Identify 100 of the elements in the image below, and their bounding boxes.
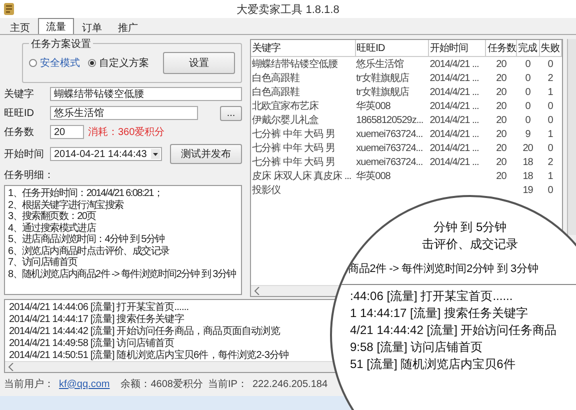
scroll-left-icon[interactable] <box>8 363 14 371</box>
detail-line: 3、搜索翻页数：20页 <box>8 211 97 222</box>
column-header[interactable]: 旺旺ID <box>355 40 429 56</box>
table-cell: 0 <box>548 58 553 70</box>
user-email-link[interactable]: kf@qq.com <box>59 378 110 390</box>
column-header[interactable]: 开始时间 <box>428 40 486 56</box>
table-cell: 18658120529z... <box>356 114 424 126</box>
table-cell: 2 <box>548 156 553 168</box>
table-cell: 投影仪 <box>252 185 280 196</box>
table-cell: 9 <box>525 128 530 140</box>
balance-text: 余额：4608爱积分 <box>120 378 203 391</box>
detail-line: 2、根据关键字进行淘宝搜索 <box>8 200 124 210</box>
table-cell: 北欧宜家布艺床 <box>252 101 318 112</box>
table-cell: 18 <box>522 156 533 168</box>
table-cell: 0 <box>548 100 553 112</box>
table-cell: 0 <box>548 142 553 154</box>
task-count-field[interactable]: 20 <box>50 125 84 139</box>
table-cell: 19 <box>522 184 533 196</box>
table-cell: 0 <box>525 58 530 70</box>
start-time-dropdown[interactable]: 2014-04-21 14:44:43 <box>50 147 162 161</box>
table-cell: 0 <box>525 86 530 98</box>
table-cell: tr女鞋旗舰店 <box>356 87 409 98</box>
table-cell: 蝴蝶结带钻镂空低腰 <box>252 59 338 70</box>
keyword-field[interactable]: 蝴蝶结带钻镂空低腰 <box>50 87 242 101</box>
table-cell: 2014/4/21 ... <box>430 86 479 98</box>
radio-button[interactable] <box>29 59 37 67</box>
column-header[interactable]: 任务数 <box>486 40 517 56</box>
table-cell: 华英008 <box>356 171 390 182</box>
table-cell: 20 <box>496 170 506 182</box>
table-cell: 20 <box>496 142 506 154</box>
table-cell: 0 <box>525 114 530 126</box>
table-cell: 2014/4/21 ... <box>430 142 479 154</box>
radio-label[interactable]: 安全模式 <box>40 56 80 70</box>
magnified-text: 分钟 到 5分钟 <box>433 219 507 236</box>
detail-line: 6、浏览店内商品时点击评价、成交记录 <box>8 246 170 256</box>
table-cell: 悠乐生活馆 <box>356 59 404 70</box>
table-cell: 2014/4/21 ... <box>430 100 479 112</box>
table-cell: 2014/4/21 ... <box>430 128 479 140</box>
radio-label[interactable]: 自定义方案 <box>99 56 149 70</box>
table-cell: 皮床 床双人床 真皮床 ... <box>252 171 352 182</box>
tab[interactable]: 流量 <box>38 18 74 34</box>
magnified-log-line: 9:58 [流量] 访问店铺首页 <box>350 339 483 356</box>
log-line: 2014/4/21 14:44:42 [流量] 开始访问任务商品，商品页面自动浏览 <box>9 326 280 337</box>
table-cell: 20 <box>496 128 506 140</box>
tab[interactable]: 订单 <box>74 19 110 34</box>
table-cell: 2 <box>548 72 553 84</box>
table-cell: 白色高跟鞋 <box>252 87 300 98</box>
cost-text: 消耗：360爱积分 <box>88 126 165 139</box>
table-cell: xuemei763724... <box>356 142 423 154</box>
tab[interactable]: 推广 <box>110 19 146 34</box>
detail-line: 7、访问店铺首页 <box>8 257 78 268</box>
table-cell: 20 <box>496 156 506 168</box>
wangwang-id-field[interactable]: 悠乐生活馆 <box>50 106 198 120</box>
vertical-scrollbar[interactable] <box>567 39 576 235</box>
group-title: 任务方案设置 <box>29 37 93 51</box>
magnified-log-line: :44:06 [流量] 打开某宝首页...... <box>350 288 513 305</box>
tab[interactable]: 主页 <box>2 19 38 34</box>
test-publish-button[interactable]: 测试并发布 <box>170 144 242 164</box>
table-cell: 0 <box>548 114 553 126</box>
magnified-log-line: 51 [流量] 随机浏览店内宝贝6件 <box>350 356 516 373</box>
table-cell: 伊戴尔婴儿礼盒 <box>252 115 318 126</box>
ip-label: 当前IP： <box>208 378 248 391</box>
table-cell: 2014/4/21 ... <box>430 114 479 126</box>
table-cell: 20 <box>522 142 533 154</box>
table-cell: 20 <box>496 86 506 98</box>
table-cell: 20 <box>496 100 506 112</box>
table-cell: xuemei763724... <box>356 128 423 140</box>
ip-address: 222.246.205.184 <box>252 378 328 390</box>
table-cell: 1 <box>548 86 553 98</box>
table-cell: 白色高跟鞋 <box>252 73 300 84</box>
table-cell: 七分裤 中年 大码 男 <box>252 157 335 168</box>
user-label: 当前用户： <box>4 378 54 391</box>
magnified-log-line: 4/21 14:44:42 [流量] 开始访问任务商品 <box>350 322 557 339</box>
log-line: 2014/4/21 14:49:58 [流量] 访问店铺首页 <box>9 338 174 349</box>
detail-line: 8、随机浏览店内商品2件 -> 每件浏览时间2分钟 到 3分钟 <box>8 268 237 280</box>
browse-button[interactable]: ... <box>220 106 242 120</box>
table-cell: 华英008 <box>356 101 390 112</box>
log-line: 2014/4/21 14:44:17 [流量] 搜索任务关键字 <box>9 314 184 325</box>
table-cell: xuemei763724... <box>356 156 423 168</box>
field-label: 关键字 <box>4 88 35 101</box>
table-cell: 0 <box>525 100 530 112</box>
table-cell: 七分裤 中年 大码 男 <box>252 129 335 140</box>
column-header[interactable]: 完成 <box>516 40 539 56</box>
table-cell: 20 <box>496 58 506 70</box>
field-label: 任务数 <box>4 126 35 139</box>
radio-button[interactable] <box>88 59 96 67</box>
log-line: 2014/4/21 14:44:06 [流量] 打开某宝首页...... <box>9 302 189 313</box>
column-header[interactable]: 失败 <box>539 40 562 56</box>
table-cell: 18 <box>522 170 533 182</box>
table-cell: 20 <box>496 114 506 126</box>
table-cell: 2014/4/21 ... <box>430 72 479 84</box>
window-title: 大爱卖家工具 1.8.1.8 <box>236 2 340 16</box>
table-cell: 1 <box>548 128 553 140</box>
table-cell: 1 <box>548 170 553 182</box>
app-icon <box>3 2 15 16</box>
settings-button[interactable]: 设置 <box>163 52 235 74</box>
scroll-left-icon[interactable] <box>254 287 260 295</box>
column-header[interactable]: 关键字 <box>251 40 356 56</box>
detail-line: 5、进店商品浏览时间：4分钟 到 5分钟 <box>8 234 166 246</box>
table-cell: 20 <box>496 72 506 84</box>
